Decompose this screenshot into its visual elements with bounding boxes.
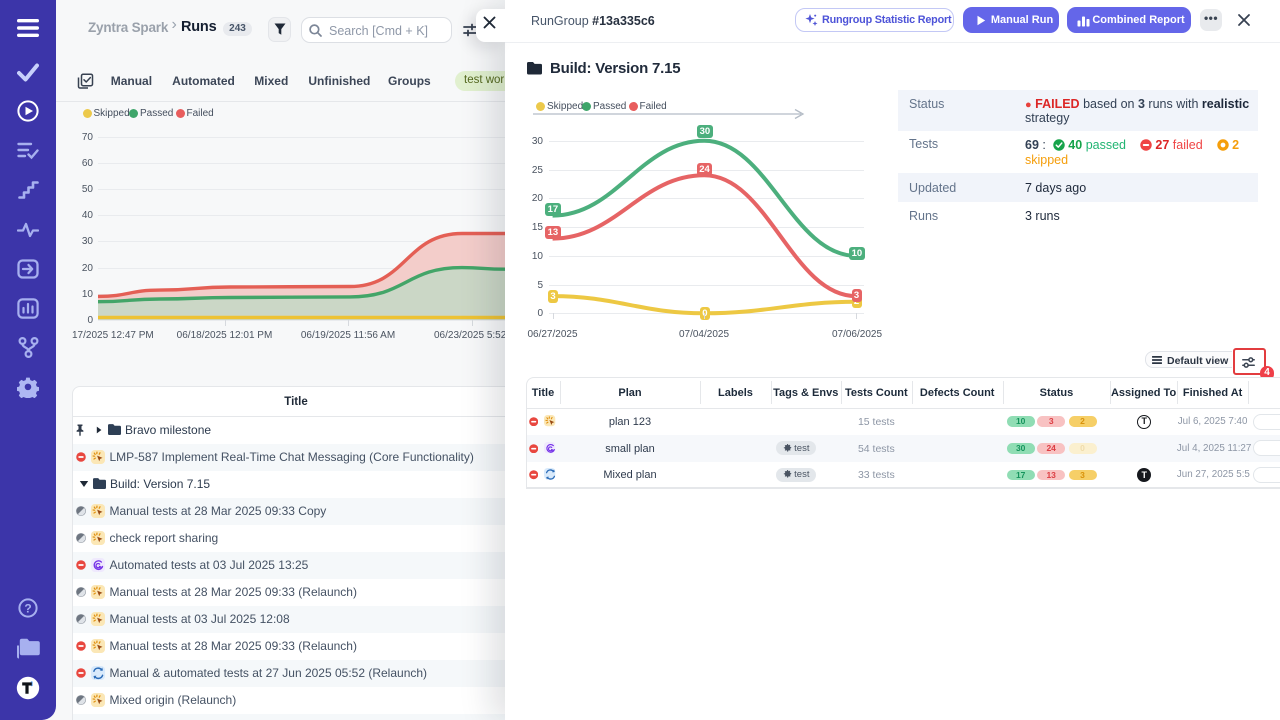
svg-text:?: ? — [24, 601, 31, 615]
